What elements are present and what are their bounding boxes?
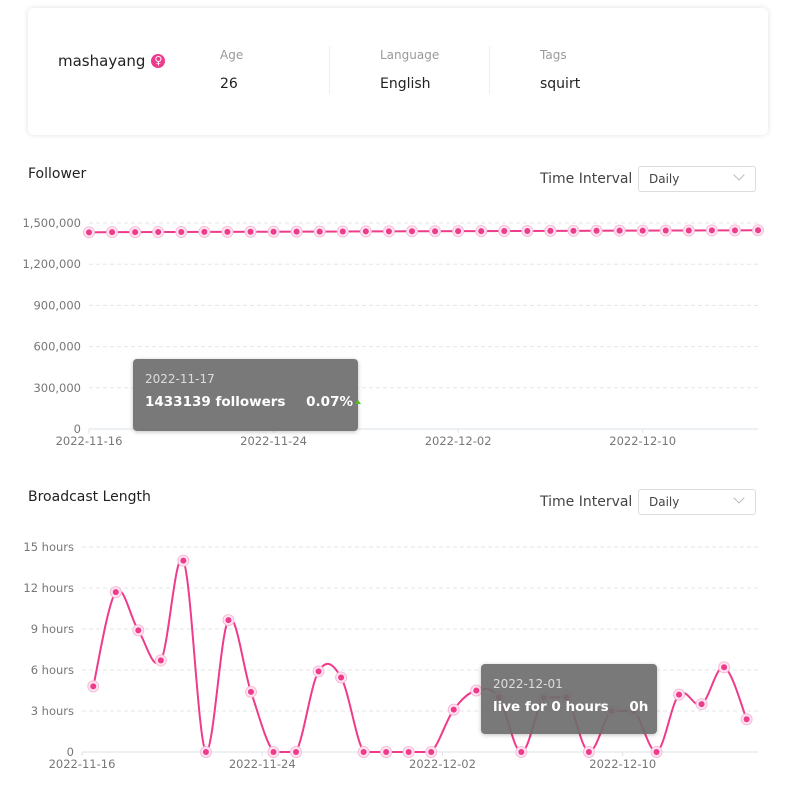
data-point (405, 749, 412, 755)
x-tick-label: 2022-11-24 (229, 757, 296, 771)
data-point (428, 749, 435, 755)
data-point (270, 749, 277, 755)
data-point (721, 664, 728, 671)
data-point (202, 749, 209, 755)
data-point (360, 749, 367, 755)
tooltip-hours: 0h (629, 699, 649, 715)
data-point (157, 657, 164, 664)
x-tick-label: 2022-12-10 (589, 757, 656, 771)
data-point (112, 589, 119, 596)
data-point (383, 749, 390, 755)
data-point (338, 674, 345, 681)
y-tick-label: 15 hours (23, 540, 74, 554)
data-point (90, 683, 97, 690)
x-tick-label: 2022-11-16 (49, 757, 116, 771)
x-tick-label: 2022-12-02 (409, 757, 476, 771)
y-tick-label: 6 hours (31, 663, 74, 677)
tooltip-value: live for 0 hours (493, 699, 609, 715)
data-point (653, 749, 660, 755)
data-point (180, 557, 187, 564)
data-point (473, 687, 480, 694)
data-point (585, 749, 592, 755)
data-point (450, 706, 457, 713)
data-point (293, 749, 300, 755)
y-tick-label: 12 hours (23, 581, 74, 595)
data-point (225, 617, 232, 624)
tooltip-date: 2022-12-01 (493, 677, 563, 691)
broadcast-tooltip: 2022-12-01 live for 0 hours 0h (481, 664, 657, 734)
data-point (743, 716, 750, 723)
data-point (676, 691, 683, 698)
data-point (518, 749, 525, 755)
broadcast-chart: 03 hours6 hours9 hours12 hours15 hours20… (23, 540, 758, 771)
data-point (247, 688, 254, 695)
y-tick-label: 9 hours (31, 622, 74, 636)
data-point (698, 701, 705, 708)
data-point (135, 627, 142, 634)
y-tick-label: 3 hours (31, 704, 74, 718)
data-point (315, 668, 322, 675)
